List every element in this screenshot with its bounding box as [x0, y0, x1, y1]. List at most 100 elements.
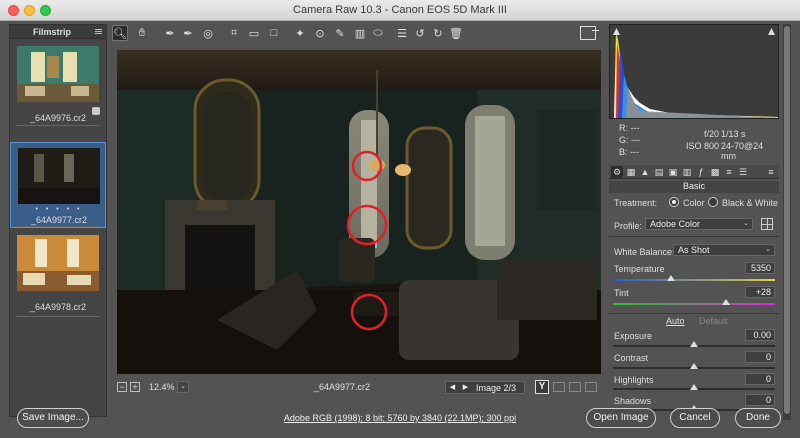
panel-scrollbar[interactable] — [783, 24, 791, 420]
divider — [609, 236, 779, 237]
temperature-value[interactable]: 5350 — [745, 262, 775, 274]
presets-list-icon[interactable]: ☰ — [394, 25, 410, 41]
white-balance-icon[interactable]: ✒ — [162, 25, 178, 41]
hand-icon[interactable]: ✋︎ — [134, 25, 150, 41]
default-link[interactable]: Default — [699, 316, 728, 326]
zoom-dropdown[interactable]: ⌄ — [177, 381, 189, 393]
blue-value: --- — [630, 147, 640, 157]
radial-filter-icon[interactable]: ⬭ — [370, 25, 386, 41]
cancel-button[interactable]: Cancel — [670, 408, 720, 428]
rotate-left-icon[interactable]: ↺ — [412, 25, 428, 41]
image-count: Image 2/3 — [476, 383, 517, 393]
targeted-adjustment-icon[interactable]: ◎ — [200, 25, 216, 41]
white-balance-value: As Shot — [678, 245, 710, 255]
tab-basic-icon[interactable]: ⚙ — [611, 166, 623, 178]
filmstrip-divider — [16, 316, 100, 317]
straighten-icon[interactable]: ▭ — [246, 25, 262, 41]
window-title: Camera Raw 10.3 - Canon EOS 5D Mark III — [293, 4, 507, 16]
highlights-slider-thumb[interactable] — [690, 384, 698, 390]
exposure-label: Exposure — [614, 331, 653, 341]
profile-dropdown[interactable]: Adobe Color ⌄ — [645, 218, 753, 230]
filmstrip-item[interactable]: _64A9978.cr2 — [10, 230, 106, 316]
color-sampler-icon[interactable]: ✒ — [180, 25, 196, 41]
filmstrip-item[interactable]: _64A9976.cr2 — [10, 41, 106, 127]
panel-menu-icon[interactable]: ≡ — [765, 166, 777, 178]
contrast-slider-thumb[interactable] — [690, 363, 698, 369]
tab-effects-icon[interactable]: ƒ — [695, 166, 707, 178]
iso-value: ISO 800 — [685, 141, 719, 151]
temperature-slider-thumb[interactable] — [667, 275, 676, 281]
previous-image-button[interactable]: ◀ — [446, 382, 459, 393]
treatment-color-label: Color — [683, 198, 705, 208]
divider — [609, 313, 779, 314]
profile-label: Profile: — [614, 221, 643, 231]
open-preferences-icon[interactable] — [580, 26, 599, 40]
zoom-in-button[interactable]: + — [130, 382, 140, 392]
tab-split-toning-icon[interactable]: ▣ — [667, 166, 679, 178]
exposure-slider-thumb[interactable] — [690, 341, 698, 347]
zoom-level: 12.4% — [149, 382, 175, 392]
toggle-settings-icon[interactable] — [585, 382, 597, 392]
next-image-button[interactable]: ▶ — [459, 382, 472, 393]
trash-icon[interactable]: 🗑︎ — [448, 25, 464, 41]
tint-slider-track[interactable] — [613, 303, 775, 305]
tab-snapshots-icon[interactable]: ☰ — [737, 166, 749, 178]
filmstrip-title: Filmstrip — [32, 27, 71, 37]
profile-browser-icon[interactable] — [761, 218, 773, 230]
highlights-value[interactable]: 0 — [745, 373, 775, 385]
contrast-label: Contrast — [614, 353, 649, 363]
before-after-toggle-button[interactable]: Y — [535, 380, 549, 394]
red-eye-icon[interactable]: ⊙ — [312, 25, 328, 41]
shadows-value[interactable]: 0 — [745, 394, 775, 406]
camera-raw-dialog: Filmstrip _64A9976.cr2 • • • • • _64A997… — [0, 21, 800, 438]
copy-settings-icon[interactable] — [569, 382, 581, 392]
shadows-label: Shadows — [614, 396, 652, 406]
pixel-readout: R: --- G: --- B: --- f/20 1/13 s ISO 800… — [609, 121, 779, 163]
tab-detail-icon[interactable]: ▲ — [639, 166, 651, 178]
spot-removal-icon[interactable]: ✦ — [292, 25, 308, 41]
exposure-value[interactable]: 0.00 — [745, 329, 775, 341]
white-balance-dropdown[interactable]: As Shot ⌄ — [673, 244, 775, 256]
tab-hsl-icon[interactable]: ▤ — [653, 166, 665, 178]
tab-tone-curve-icon[interactable]: ▦ — [625, 166, 637, 178]
histogram-graph — [614, 33, 778, 118]
filmstrip-item-name: _64A9976.cr2 — [29, 113, 87, 123]
adjustment-brush-icon[interactable]: ✎ — [332, 25, 348, 41]
blue-label: B: — [619, 147, 628, 157]
filmstrip-item-selected[interactable]: • • • • • _64A9977.cr2 — [10, 142, 106, 228]
shutter-value: 1/13 s — [721, 129, 746, 139]
transform-icon[interactable]: □ — [266, 25, 282, 41]
graduated-filter-icon[interactable]: ▥ — [352, 25, 368, 41]
swap-before-after-icon[interactable] — [553, 382, 565, 392]
filmstrip-item-name: _64A9978.cr2 — [29, 302, 87, 312]
crop-icon[interactable]: ⌗ — [226, 25, 242, 41]
white-balance-label: White Balance: — [614, 247, 675, 257]
rating-dots[interactable]: • • • • • — [11, 206, 107, 213]
scrollbar-thumb[interactable] — [784, 26, 790, 414]
photo-canvas — [117, 50, 601, 374]
open-image-button[interactable]: Open Image — [586, 408, 656, 428]
treatment-bw-radio[interactable] — [708, 197, 718, 207]
zoom-icon[interactable]: 🔍︎ — [112, 25, 128, 41]
temperature-slider-track[interactable] — [613, 279, 775, 281]
filmstrip-menu-icon[interactable] — [95, 29, 102, 34]
red-label: R: — [619, 123, 628, 133]
done-button[interactable]: Done — [735, 408, 781, 428]
filmstrip-divider — [16, 226, 100, 227]
treatment-color-radio[interactable] — [669, 197, 679, 207]
tint-slider-thumb[interactable] — [722, 299, 731, 305]
image-preview[interactable] — [117, 50, 601, 374]
title-bar: Camera Raw 10.3 - Canon EOS 5D Mark III — [0, 0, 800, 21]
auto-link[interactable]: Auto — [666, 316, 685, 326]
filmstrip-item-name: _64A9977.cr2 — [30, 215, 88, 225]
tab-calibration-icon[interactable]: ▩ — [709, 166, 721, 178]
chevron-down-icon: ⌄ — [765, 246, 771, 253]
rotate-right-icon[interactable]: ↻ — [430, 25, 446, 41]
tint-label: Tint — [614, 288, 629, 298]
tab-lens-corrections-icon[interactable]: ▥ — [681, 166, 693, 178]
zoom-out-button[interactable]: − — [117, 382, 127, 392]
contrast-value[interactable]: 0 — [745, 351, 775, 363]
tab-presets-icon[interactable]: ≡ — [723, 166, 735, 178]
green-value: --- — [631, 135, 641, 145]
tint-value[interactable]: +28 — [745, 286, 775, 298]
